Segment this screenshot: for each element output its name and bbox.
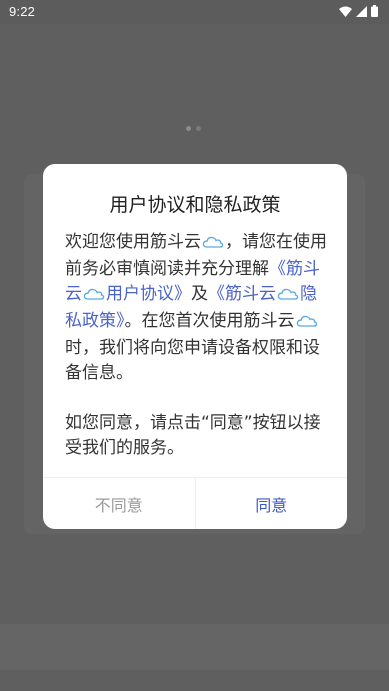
- pager-dots: [186, 126, 201, 131]
- wifi-icon: [339, 6, 352, 17]
- signal-icon: [356, 5, 367, 17]
- cloud-icon: [202, 232, 224, 257]
- status-time: 9:22: [9, 4, 36, 19]
- link-text[interactable]: 用户协议》: [106, 284, 191, 304]
- dialog-title: 用户协议和隐私政策: [109, 194, 281, 216]
- body-text: 。在您首次使用筋斗云: [124, 311, 295, 331]
- privacy-dialog: 用户协议和隐私政策 欢迎您使用筋斗云 ，请您在使用前务必审慎阅读并充分理解《筋斗云…: [43, 164, 347, 529]
- dialog-footer: 不同意 同意: [43, 477, 347, 529]
- pager-dot: [196, 126, 201, 131]
- pager-dot: [186, 126, 191, 131]
- link-text[interactable]: 《筋斗云: [208, 284, 276, 304]
- body-paragraph-2: 如您同意，请点击“同意”按钮以接受我们的服务。: [65, 413, 321, 458]
- cloud-icon: [277, 284, 299, 309]
- cloud-icon: [83, 284, 105, 309]
- status-bar: 9:22: [0, 0, 389, 24]
- body-text: 欢迎您使用筋斗云: [65, 232, 201, 252]
- dialog-body: 欢迎您使用筋斗云 ，请您在使用前务必审慎阅读并充分理解《筋斗云 用户协议》及《筋斗云…: [65, 230, 331, 461]
- background-strip: [0, 624, 389, 670]
- body-text: 及: [191, 284, 208, 304]
- agree-button[interactable]: 同意: [196, 478, 348, 529]
- cloud-icon: [296, 311, 318, 336]
- disagree-button[interactable]: 不同意: [43, 478, 196, 529]
- battery-icon: [371, 5, 378, 17]
- status-icons: [339, 5, 378, 17]
- body-text: 时，我们将向您申请设备权限和设备信息。: [65, 338, 320, 383]
